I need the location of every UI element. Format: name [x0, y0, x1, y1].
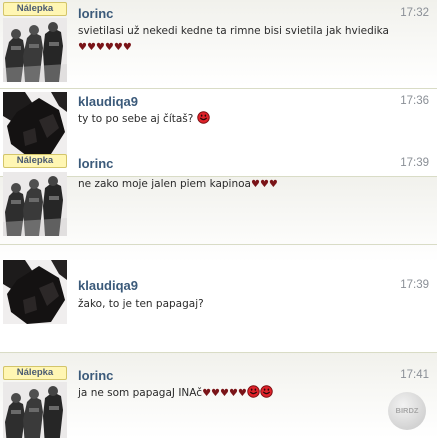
message-item: Nálepka lorinc 17:41 ja ne som papagaJ I…	[0, 352, 437, 438]
message-time: 17:41	[400, 369, 429, 381]
sticker-badge: Nálepka	[3, 2, 67, 16]
message-body: ja ne som papagaJ INAč	[78, 387, 203, 399]
author-name[interactable]: lorinc	[78, 368, 113, 383]
soldiers-avatar-icon[interactable]	[3, 172, 67, 236]
message-body: ne zako moje jalen piem kapinoa	[78, 178, 251, 190]
message-text: ty to po sebe aj čítaš?	[78, 111, 428, 127]
message-time: 17:39	[400, 279, 429, 291]
message-body: svietilasi už nekedi kedne ta rimne bisi…	[78, 25, 389, 37]
message-text: žako, to je ten papagaj?	[78, 296, 428, 312]
author-name[interactable]: klaudiqa9	[78, 94, 138, 109]
watermark-text: BIRDZ	[395, 406, 419, 415]
message-text: ne zako moje jalen piem kapinoa♥♥♥	[78, 176, 428, 193]
hearts-icon: ♥♥♥	[251, 179, 278, 190]
message-text: svietilasi už nekedi kedne ta rimne bisi…	[78, 23, 428, 56]
smiley-red-icon	[247, 385, 260, 398]
hearts-icon: ♥♥♥♥♥	[202, 388, 247, 399]
message-body: ty to po sebe aj čítaš?	[78, 113, 194, 125]
message-time: 17:32	[400, 7, 429, 19]
message-time: 17:39	[400, 157, 429, 169]
dark-portrait-avatar-icon[interactable]	[3, 92, 67, 156]
dark-portrait-avatar-icon[interactable]	[3, 260, 67, 324]
smiley-red-icon	[196, 111, 210, 124]
watermark-logo: BIRDZ	[388, 392, 426, 430]
soldiers-avatar-icon[interactable]	[3, 18, 67, 82]
message-item: klaudiqa9 17:39 žako, to je ten papagaj?	[0, 244, 437, 330]
sticker-badge: Nálepka	[3, 366, 67, 380]
soldiers-avatar-icon[interactable]	[3, 382, 67, 438]
message-time: 17:36	[400, 95, 429, 107]
message-text: ja ne som papagaJ INAč♥♥♥♥♥	[78, 385, 428, 402]
author-name[interactable]: klaudiqa9	[78, 278, 138, 293]
message-body: žako, to je ten papagaj?	[78, 298, 204, 310]
smiley-red-icon	[260, 385, 273, 398]
divider	[0, 88, 437, 89]
message-item: Nálepka lorinc 17:32 svietilasi už neked…	[0, 0, 437, 86]
message-feed: Nálepka lorinc 17:32 svietilasi už neked…	[0, 0, 437, 438]
hearts-icon: ♥♥♥♥♥♥	[78, 42, 132, 53]
author-name[interactable]: lorinc	[78, 156, 113, 171]
sticker-badge: Nálepka	[3, 154, 67, 168]
divider	[0, 352, 437, 353]
author-name[interactable]: lorinc	[78, 6, 113, 21]
divider	[0, 244, 437, 245]
